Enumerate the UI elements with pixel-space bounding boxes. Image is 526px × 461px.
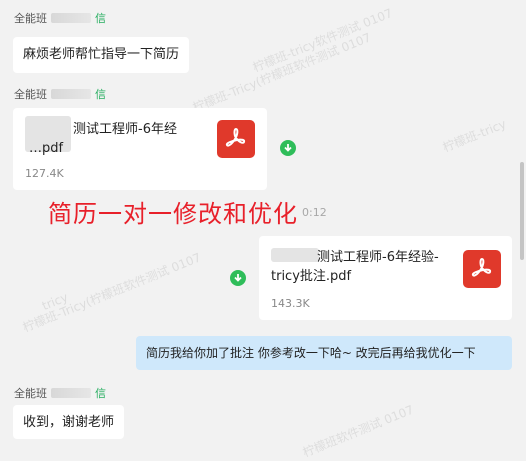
- sender-tag: 信: [95, 12, 106, 25]
- watermark: 柠檬班-tricy软件测试 0107: [250, 5, 395, 75]
- caption-overlay: 简历一对一修改和优化: [48, 200, 298, 228]
- file-card[interactable]: 测试工程师-6年经验- tricy批注.pdf 143.3K: [259, 236, 512, 320]
- message-sender: 全能班 信: [14, 385, 106, 401]
- message-bubble[interactable]: 麻烦老师帮忙指导一下简历: [13, 37, 190, 73]
- scrollbar[interactable]: [518, 0, 526, 451]
- file-name-line1: 测试工程师-6年经验-: [317, 250, 439, 265]
- file-name: 测试工程师-6年经验- tricy批注.pdf: [271, 248, 439, 286]
- scrollbar-thumb[interactable]: [520, 162, 524, 260]
- watermark: 柠檬班软件测试 0107: [300, 402, 416, 460]
- message-sender: 全能班 信: [14, 10, 106, 26]
- message-text: 简历我给你加了批注 你参考改一下哈~ 改完后再给我优化一下: [146, 346, 476, 360]
- message-bubble[interactable]: 收到，谢谢老师: [13, 405, 125, 439]
- message-text: 麻烦老师帮忙指导一下简历: [23, 47, 180, 62]
- sender-prefix: 全能班: [14, 88, 47, 101]
- file-size: 143.3K: [271, 297, 310, 310]
- message-sender: 全能班 信: [14, 86, 106, 102]
- pdf-icon: [463, 250, 501, 288]
- sender-name-redacted: [51, 13, 91, 23]
- sender-tag: 信: [95, 387, 106, 400]
- timestamp: 0:12: [302, 206, 327, 219]
- download-icon[interactable]: [280, 140, 296, 156]
- watermark: 柠檬班-Tricy(柠檬班软件测试 0107: [190, 30, 373, 115]
- sender-name-redacted: [51, 89, 91, 99]
- watermark: tricy: [40, 290, 70, 313]
- download-icon[interactable]: [230, 270, 246, 286]
- message-text: 收到，谢谢老师: [23, 415, 115, 430]
- sender-prefix: 全能班: [14, 12, 47, 25]
- sender-tag: 信: [95, 88, 106, 101]
- sender-prefix: 全能班: [14, 387, 47, 400]
- file-card[interactable]: 测试工程师-6年经 …pdf 127.4K: [13, 108, 267, 190]
- file-name-line2: …pdf: [29, 141, 64, 156]
- watermark: 柠檬班-Tricy(柠檬班软件测试 0107: [20, 250, 203, 335]
- sender-name-redacted: [51, 388, 91, 398]
- message-bubble[interactable]: 简历我给你加了批注 你参考改一下哈~ 改完后再给我优化一下: [136, 336, 512, 370]
- chat-panel: 柠檬班-tricy软件测试 0107 柠檬班-Tricy(柠檬班软件测试 010…: [0, 0, 526, 460]
- file-name-line2: tricy批注.pdf: [271, 269, 352, 284]
- file-name-line1: 测试工程师-6年经: [73, 122, 177, 137]
- watermark: 柠檬班-tricy: [440, 116, 509, 155]
- file-size: 127.4K: [25, 167, 64, 180]
- file-name: 测试工程师-6年经 …pdf: [25, 120, 177, 158]
- pdf-icon: [217, 120, 255, 158]
